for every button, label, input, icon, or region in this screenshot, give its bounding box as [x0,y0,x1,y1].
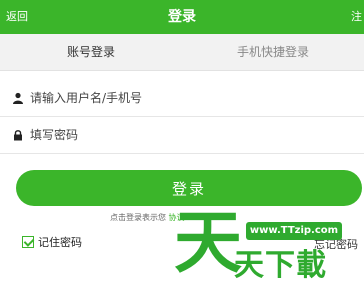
remember-password[interactable]: 记住密码 [22,234,82,250]
password-row [0,117,364,154]
register-link[interactable]: 注 [351,0,362,34]
user-icon [13,92,23,104]
login-tabs: 账号登录 手机快捷登录 [0,34,364,71]
top-bar: 返回 登录 注 [0,0,364,34]
lock-icon [14,130,22,141]
watermark-logo-char: 天 [174,204,243,283]
watermark-text: 天下載 [234,248,327,283]
username-row [0,80,364,117]
login-button[interactable]: 登录 [16,170,362,206]
page-title: 登录 [168,9,196,25]
remember-label: 记住密码 [38,236,82,249]
password-input[interactable] [30,117,350,153]
tab-account-login[interactable]: 账号登录 [0,34,182,70]
watermark-url: www.TTzip.com [246,222,342,240]
site-watermark: 天 www.TTzip.com 天下載 [170,205,356,299]
username-input[interactable] [30,80,350,116]
tab-phone-quick-login[interactable]: 手机快捷登录 [182,34,364,70]
remember-checkbox[interactable] [22,236,34,248]
agreement-text: 点击登录表示您 [110,213,166,222]
